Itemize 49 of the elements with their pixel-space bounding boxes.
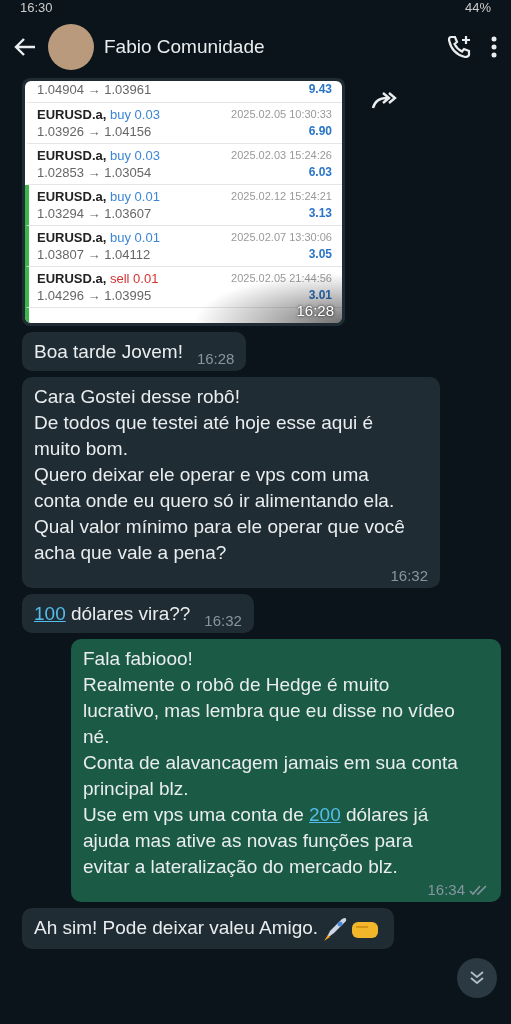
trade-prices: 1.03294 → 1.03607 [37,205,152,222]
trade-prices: 1.04296 → 1.03995 [37,287,152,304]
trade-profit: 6.03 [308,164,332,181]
trade-side: buy 0.01 [110,230,160,245]
trade-date: 2025.02.07 13:30:06 [231,230,332,245]
trade-prices: 1.02853 → 1.03054 [37,164,152,181]
message-text: Ah sim! Pode deixar valeu Amigo. [34,915,383,943]
trade-symbol: EURUSD.a, sell 0.01 [37,270,159,287]
message-time: 16:28 [296,302,334,319]
message-text: Fala fabiooo! Realmente o robô de Hedge é muito lucrativo, mas lembra que eu disse no vídeo né. Conta de alavancagem jamais em sua conta principal blz. Use em vps uma conta de 200 dólares já ajuda mas ative as novas funções para evitar a lateralização do mercado blz. [83,647,459,879]
trade-profit: 3.01 [308,287,332,304]
more-vertical-icon [491,36,497,58]
message-time: 16:32 [390,566,428,586]
trade-side: sell 0.01 [110,271,159,286]
trade-symbol: EURUSD.a, buy 0.03 [37,147,160,164]
trade-profit: 9.43 [308,81,332,98]
message-text: Cara Gostei desse robô! De todos que testei até hoje esse aqui é muito bom. Quero deixar ele operar e vps com uma conta onde eu quero só ir alimentando ela. Qual valor mínimo para ele operar que você acha que vale a pena? [34,385,406,565]
number-link[interactable]: 100 [34,603,66,624]
status-time: 16:30 [20,1,53,14]
trade-side: buy 0.03 [110,148,160,163]
avatar[interactable] [48,24,94,70]
trade-symbol: EURUSD.a, buy 0.01 [37,188,160,205]
trade-profit: 3.05 [308,246,332,263]
trade-side: buy 0.01 [110,189,160,204]
message-time: 16:34 [427,880,489,900]
forward-icon [371,90,397,110]
trade-symbol: EURUSD.a, buy 0.01 [37,229,160,246]
trade-symbol: EURUSD.a, buy 0.03 [37,106,160,123]
chat-title[interactable]: Fabio Comunidade [104,36,435,58]
trade-prices: 1.03926 → 1.04156 [37,123,152,140]
message-time: 16:32 [204,611,242,631]
back-arrow-icon [14,37,36,57]
message-time: 16:28 [196,349,235,369]
message-text: 100 dólares vira?? [34,602,191,626]
trade-prices: 1.04904 → 1.03961 [37,81,152,98]
trade-prices: 1.03807 → 1.04112 [37,246,151,263]
message-text: Boa tarde Jovem! [34,340,183,364]
scroll-down-button[interactable] [457,958,497,998]
number-link[interactable]: 200 [309,804,341,825]
trade-date: 2025.02.03 15:24:26 [231,148,332,163]
trade-date: 2025.02.05 21:44:56 [231,271,332,286]
trade-side: buy 0.03 [110,107,160,122]
phone-plus-icon [447,34,473,60]
trade-date: 2025.02.12 15:24:21 [231,189,332,204]
battery-level: 44% [464,1,491,14]
trade-profit: 6.90 [308,123,332,140]
trade-date: 2025.02.05 10:30:33 [231,107,332,122]
double-chevron-down-icon [469,970,485,986]
trade-profit: 3.13 [308,205,332,222]
